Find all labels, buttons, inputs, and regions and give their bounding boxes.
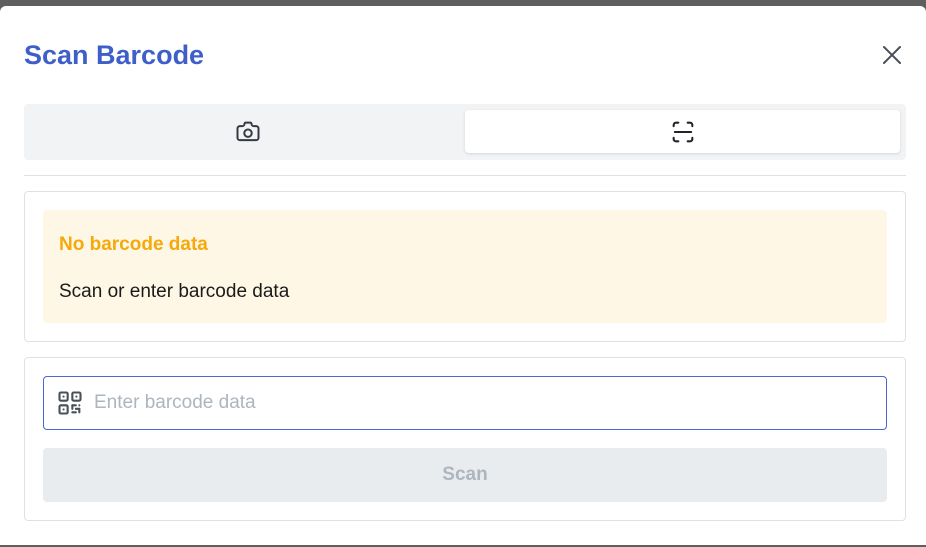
manual-entry-panel: Scan	[24, 357, 906, 521]
modal-title: Scan Barcode	[24, 40, 205, 70]
tab-camera[interactable]	[30, 110, 465, 153]
close-button[interactable]	[876, 39, 908, 71]
close-icon	[883, 46, 901, 64]
scan-icon	[672, 121, 693, 142]
no-data-alert: No barcode data Scan or enter barcode da…	[43, 210, 887, 323]
qr-code-icon	[58, 391, 82, 415]
barcode-input[interactable]	[94, 378, 874, 428]
divider	[24, 175, 906, 176]
status-panel: No barcode data Scan or enter barcode da…	[24, 191, 906, 342]
barcode-field[interactable]	[43, 376, 887, 430]
scan-barcode-modal: Scan Barcode No barcode data Scan or ent…	[0, 6, 926, 545]
alert-title: No barcode data	[59, 234, 208, 255]
alert-message: Scan or enter barcode data	[59, 281, 290, 302]
scan-button[interactable]: Scan	[43, 448, 887, 502]
camera-icon	[236, 121, 259, 141]
scan-mode-tabs	[24, 104, 906, 160]
tab-manual-entry[interactable]	[465, 110, 900, 153]
